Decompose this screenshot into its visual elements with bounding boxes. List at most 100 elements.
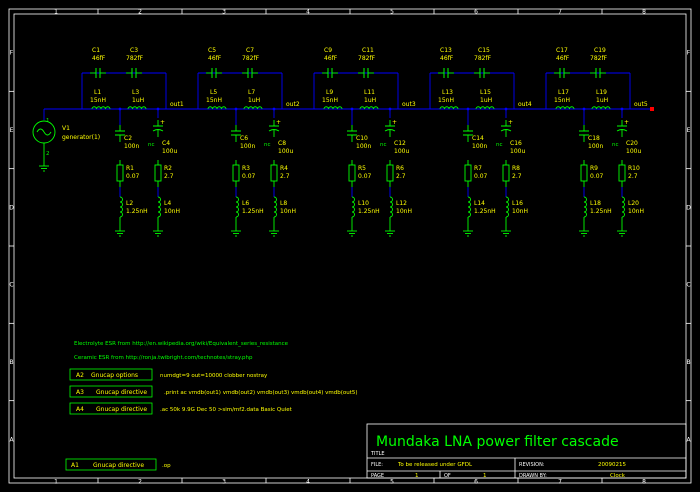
polarity-plus: + [624,119,629,126]
inductor-ref: L13 [442,89,453,96]
source-pin1: 1 [46,118,50,124]
resistor-ref: R4 [280,165,288,172]
inductor-value: 15nH [554,97,570,104]
source-ref: V1 [62,125,70,132]
capacitor-value: 46fF [324,55,338,62]
inductor-value: 10nH [396,208,412,215]
capacitor-value: 100n [356,143,371,150]
polarity-nc: nc [264,142,271,148]
frame-row-marker: C [9,282,13,289]
frame-col-marker: 3 [222,479,226,486]
frame-col-marker: 3 [222,9,226,16]
capacitor-value: 100u [162,148,177,155]
frame-row-marker: F [10,50,14,57]
drawn-value: Clock [610,473,626,479]
frame-col-marker: 2 [138,479,142,486]
file-value: To be released under GFDL [397,462,473,468]
frame-row-marker: B [9,359,13,366]
inductor-value: 15nH [90,97,106,104]
frame-row-marker: E [10,127,14,134]
of-label: OF [444,473,451,479]
capacitor-ref: C19 [594,47,606,54]
svg-text:Gnucap options: Gnucap options [91,372,138,379]
frame-col-marker: 6 [474,9,478,16]
page-value: 1 [415,473,419,479]
frame-row-marker: F [687,50,691,57]
inductor-value: 1.25nH [126,208,148,215]
resistor-value: 0.07 [126,173,140,180]
resistor-value: 2.7 [628,173,638,180]
inductor-value: 10nH [280,208,296,215]
directive-a3-text: .print ac vmdb(out1) vmdb(out2) vmdb(out… [164,390,358,396]
frame-col-marker: 6 [474,479,478,486]
inductor-ref: L2 [126,200,133,207]
inductor-value: 10nH [512,208,528,215]
capacitor-ref: C7 [246,47,254,54]
resistor-value: 0.07 [474,173,488,180]
capacitor-ref: C15 [478,47,490,54]
capacitor-ref: C20 [626,140,638,147]
frame-row-marker: D [9,204,14,211]
polarity-plus: + [160,119,165,126]
capacitor-ref: C10 [356,135,368,142]
capacitor-value: 46fF [556,55,570,62]
resistor-ref: R10 [628,165,640,172]
capacitor-value: 100n [240,143,255,150]
svg-text:A4: A4 [76,406,84,413]
capacitor-value: 782fF [474,55,492,62]
capacitor-value: 782fF [126,55,144,62]
inductor-value: 1uH [480,97,492,104]
polarity-nc: nc [148,142,155,148]
inductor-value: 1uH [364,97,376,104]
frame-col-marker: 5 [390,9,394,16]
svg-text:A3: A3 [76,389,84,396]
capacitor-ref: C14 [472,135,484,142]
inductor-ref: L1 [94,89,101,96]
capacitor-value: 100u [510,148,525,155]
capacitor-value: 782fF [242,55,260,62]
net-label-out: out4 [518,101,532,108]
inductor-ref: L11 [364,89,375,96]
inductor-value: 1uH [132,97,144,104]
capacitor-ref: C17 [556,47,568,54]
of-value: 1 [483,473,487,479]
capacitor-ref: C18 [588,135,600,142]
inductor-ref: L14 [474,200,485,207]
capacitor-value: 100u [278,148,293,155]
inductor-value: 15nH [206,97,222,104]
inductor-ref: L10 [358,200,369,207]
frame-col-marker: 8 [642,479,646,486]
title-text: Mundaka LNA power filter cascade [376,434,619,450]
capacitor-ref: C6 [240,135,248,142]
frame-col-marker: 4 [306,9,310,16]
capacitor-ref: C8 [278,140,286,147]
net-label-out: out5 [634,101,648,108]
capacitor-value: 100u [626,148,641,155]
directive-a4-text: .ac 50k 9.9G Dec 50 >sim/mf2.data Basic … [160,407,293,413]
frame-col-marker: 4 [306,479,310,486]
capacitor-value: 100n [124,143,139,150]
capacitor-ref: C3 [130,47,138,54]
svg-text:Gnucap directive: Gnucap directive [96,406,147,413]
capacitor-ref: C5 [208,47,216,54]
resistor-value: 0.07 [358,173,372,180]
resistor-ref: R1 [126,165,134,172]
inductor-value: 1.25nH [358,208,380,215]
inductor-value: 1.25nH [474,208,496,215]
svg-text:A1: A1 [71,462,79,469]
source-value: generator(1) [62,134,100,141]
capacitor-value: 100n [472,143,487,150]
frame-row-marker: E [687,127,691,134]
output-node-marker [650,107,654,111]
resistor-value: 0.07 [590,173,604,180]
comment-ceramic-esr: Ceramic ESR from http://ronja.twibright.… [74,355,253,361]
directive-a1-text: .op [162,463,171,469]
capacitor-ref: C13 [440,47,452,54]
inductor-value: 1.25nH [590,208,612,215]
capacitor-ref: C16 [510,140,522,147]
source-pin2: 2 [46,151,50,157]
resistor-ref: R6 [396,165,404,172]
inductor-ref: L18 [590,200,601,207]
resistor-value: 2.7 [280,173,290,180]
resistor-ref: R2 [164,165,172,172]
